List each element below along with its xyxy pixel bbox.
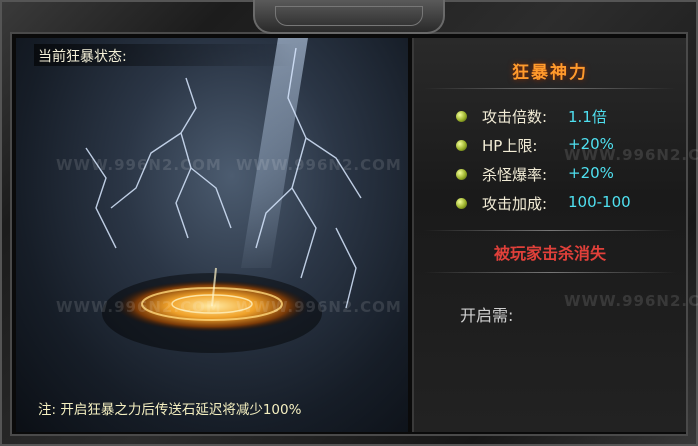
status-title: 当前狂暴状态: [38,49,127,65]
watermark: WWW.996N2.COM [236,156,402,174]
bullet-icon [456,111,467,122]
divider [424,230,676,231]
stat-row-drop-rate: 杀怪爆率: +20% [456,164,676,186]
stat-label: HP上限: [482,137,538,155]
watermark: WWW.996N2.COM [56,156,222,174]
bullet-icon [456,169,467,180]
light-beam [241,38,308,268]
berserk-status-panel: 当前狂暴状态: WWW.996N2.COM WWW.996N2.COM WWW.… [16,38,408,432]
top-crest-ornament [253,0,445,34]
watermark: WWW.996N2.COM [564,292,698,310]
berserk-power-panel: WWW.996N2.COM WWW.996N2.COM 狂暴神力 攻击倍数: 1… [412,38,698,432]
bullet-icon [456,140,467,151]
panel-title: 狂暴神力 [512,63,588,83]
stat-value: +20% [568,164,614,182]
storm-art [85,38,362,353]
lightning-bolts [85,47,362,309]
divider [424,272,676,273]
stat-value: +20% [568,135,614,153]
warning-text: 被玩家击杀消失 [493,244,606,263]
stat-row-hp-limit: HP上限: +20% [456,135,676,157]
bullet-icon [456,198,467,209]
stat-value: 1.1倍 [568,108,607,126]
stat-row-attack-multiplier: 攻击倍数: 1.1倍 [456,106,676,128]
stat-label: 攻击倍数: [482,108,548,126]
open-requirement-label: 开启需: [460,306,514,325]
berserk-note: 注: 开启狂暴之力后传送石延迟将减少100% [38,402,302,418]
stat-label: 杀怪爆率: [482,166,548,184]
divider [424,88,676,89]
watermark: WWW.996N2.COM [236,298,402,316]
stat-value: 100-100 [568,193,631,211]
stat-row-attack-bonus: 攻击加成: 100-100 [456,193,676,215]
watermark: WWW.996N2.COM [56,298,222,316]
stat-label: 攻击加成: [482,195,548,213]
